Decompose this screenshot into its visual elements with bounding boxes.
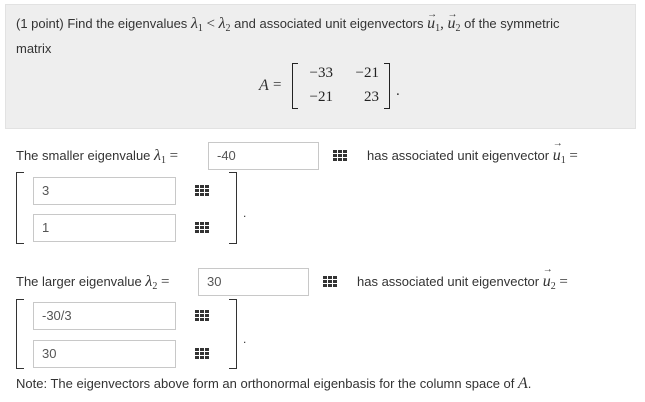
smaller-eigenvalue-row: The smaller eigenvalue λ1 = — [16, 147, 178, 166]
larger-u-symbol: u — [543, 264, 553, 291]
larger-lambda-sub: 2 — [152, 281, 158, 292]
problem-panel: (1 point) Find the eigenvalues λ1 < λ2 a… — [5, 4, 636, 129]
less-than: < — [206, 16, 215, 32]
matrix-equation: A = −33 −21 −21 23 . — [251, 61, 421, 117]
matrix-cell-2-2: 23 — [364, 89, 379, 105]
u1-left-bracket — [16, 172, 24, 244]
equation-editor-grid-icon[interactable] — [195, 222, 209, 234]
matrix-equals: = — [273, 77, 282, 93]
smaller-eigenvector-label: has associated unit eigenvector — [367, 148, 550, 163]
smaller-eigenvalue-label: The smaller eigenvalue — [16, 148, 151, 163]
larger-eigenvector-label: has associated unit eigenvector — [357, 274, 540, 289]
larger-eigenvalue-label: The larger eigenvalue — [16, 274, 142, 289]
larger-u-sub: 2 — [550, 281, 556, 292]
u1-component-1-input[interactable]: 3 — [33, 177, 176, 205]
smaller-equals: = — [169, 148, 179, 164]
prompt-text-of: of the symmetric — [464, 16, 560, 31]
smaller-vec-equals: = — [569, 148, 578, 164]
equation-editor-grid-icon[interactable] — [333, 150, 347, 162]
matrix-cell-2-1: −21 — [309, 89, 333, 105]
larger-equals: = — [160, 274, 170, 290]
comma: , — [440, 16, 444, 32]
equation-editor-grid-icon[interactable] — [195, 348, 209, 360]
matrix-name: A — [259, 77, 269, 94]
u1-right-bracket — [229, 172, 237, 244]
u1-trailing-dot: . — [243, 206, 247, 220]
smaller-u-sub: 1 — [560, 155, 566, 166]
note-text: Note: The eigenvectors above form an ort… — [16, 376, 515, 391]
smaller-eigenvalue-input[interactable]: -40 — [208, 142, 319, 170]
u1-symbol: u — [427, 5, 437, 34]
u2-component-1-input[interactable]: -30/3 — [33, 302, 176, 330]
larger-eigenvalue-input[interactable]: 30 — [198, 268, 309, 296]
matrix-period: . — [396, 83, 400, 99]
lambda1-symbol: λ — [190, 15, 198, 32]
points-label: (1 point) — [16, 16, 64, 31]
equation-editor-grid-icon[interactable] — [195, 310, 209, 322]
larger-vec-equals: = — [559, 274, 568, 290]
matrix-cell-1-1: −33 — [309, 65, 333, 81]
matrix-cell-1-2: −21 — [355, 65, 379, 81]
equation-editor-grid-icon[interactable] — [323, 276, 337, 288]
u2-right-bracket — [229, 299, 237, 369]
smaller-lambda-symbol: λ — [154, 147, 161, 164]
prompt-text-and: and associated unit eigenvectors — [234, 16, 424, 31]
u2-symbol: u — [448, 5, 458, 34]
smaller-eigenvector-label-row: has associated unit eigenvector u1 = — [367, 138, 578, 166]
prompt-text-matrix: matrix — [16, 41, 52, 56]
u2-trailing-dot: . — [243, 332, 247, 346]
lambda1-sub: 1 — [197, 23, 203, 34]
u2-component-2-input[interactable]: 30 — [33, 340, 176, 368]
lambda2-symbol: λ — [218, 15, 226, 32]
u1-component-2-input[interactable]: 1 — [33, 214, 176, 242]
problem-statement: (1 point) Find the eigenvalues λ1 < λ2 a… — [16, 5, 626, 59]
smaller-lambda-sub: 1 — [160, 155, 166, 166]
smaller-u-symbol: u — [553, 138, 563, 165]
larger-eigenvalue-row: The larger eigenvalue λ2 = — [16, 273, 169, 292]
note-period: . — [527, 376, 532, 391]
note-row: Note: The eigenvectors above form an ort… — [16, 375, 531, 393]
lambda2-sub: 2 — [225, 23, 231, 34]
larger-eigenvector-label-row: has associated unit eigenvector u2 = — [357, 264, 568, 292]
matrix-right-bracket — [384, 63, 390, 109]
equation-editor-grid-icon[interactable] — [195, 185, 209, 197]
note-matrix-symbol: A — [518, 375, 528, 392]
prompt-text-find: Find the eigenvalues — [67, 16, 188, 31]
u2-left-bracket — [16, 299, 24, 369]
